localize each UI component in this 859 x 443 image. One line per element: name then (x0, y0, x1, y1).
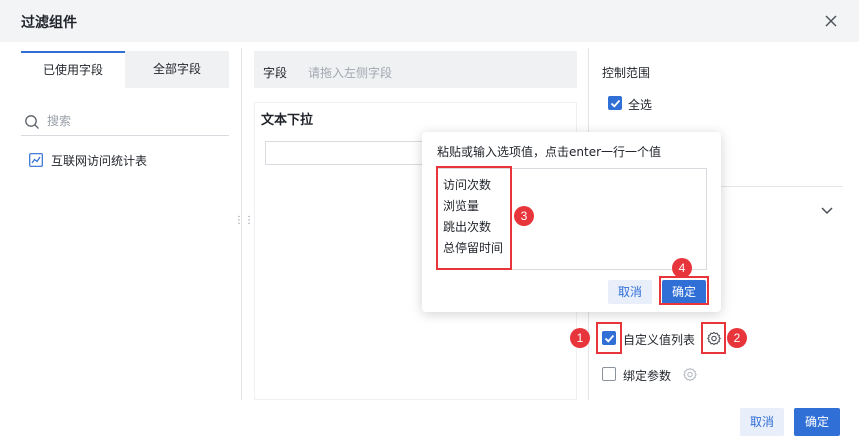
bind-param-checkbox[interactable] (602, 367, 616, 381)
field-drop-zone[interactable]: 字段 请拖入左侧字段 (254, 51, 577, 88)
annotation-marker-4: 4 (672, 258, 692, 278)
resize-handle-icon[interactable]: ⋮⋮ (234, 216, 254, 233)
field-drop-placeholder: 请拖入左侧字段 (308, 66, 393, 80)
checkmark-icon (610, 99, 621, 108)
filter-component-dialog: 过滤组件 已使用字段 全部字段 互联网访问统计表 ⋮⋮ 字段 请拖入左侧字段 文… (0, 0, 859, 443)
annotation-marker-2: 2 (727, 328, 747, 348)
annotation-marker-1: 1 (570, 328, 590, 348)
line-chart-icon (29, 153, 43, 167)
field-list-item[interactable]: 互联网访问统计表 (29, 150, 147, 170)
search-icon (25, 115, 39, 129)
annotation-box-ok (659, 276, 709, 305)
popover-hint: 粘贴或输入选项值，点击enter一行一个值 (437, 145, 662, 159)
dialog-title: 过滤组件 (21, 15, 77, 31)
annotation-box-values (436, 166, 512, 270)
ok-button[interactable]: 确定 (794, 408, 840, 436)
dialog-header: 过滤组件 (0, 0, 859, 42)
preview-title: 文本下拉 (261, 113, 314, 128)
cancel-button[interactable]: 取消 (740, 408, 784, 436)
field-list-item-label: 互联网访问统计表 (51, 153, 148, 168)
chevron-down-icon[interactable] (820, 203, 834, 217)
popover-cancel-button[interactable]: 取消 (608, 280, 652, 304)
select-all-checkbox[interactable] (608, 96, 622, 110)
close-icon[interactable] (822, 12, 840, 30)
annotation-box-checkbox (596, 322, 622, 354)
search-input[interactable] (47, 111, 225, 131)
annotation-box-gear (701, 322, 726, 354)
gear-icon-disabled (683, 367, 697, 382)
control-range-title: 控制范围 (602, 66, 651, 80)
field-search (21, 108, 229, 136)
select-all-label: 全选 (628, 98, 653, 112)
annotation-marker-3: 3 (514, 206, 534, 226)
custom-value-list-label: 自定义值列表 (623, 333, 696, 347)
tab-used-fields[interactable]: 已使用字段 (21, 51, 125, 88)
bind-param-label: 绑定参数 (623, 369, 672, 383)
tab-all-fields[interactable]: 全部字段 (125, 51, 229, 88)
field-label: 字段 (263, 66, 288, 80)
